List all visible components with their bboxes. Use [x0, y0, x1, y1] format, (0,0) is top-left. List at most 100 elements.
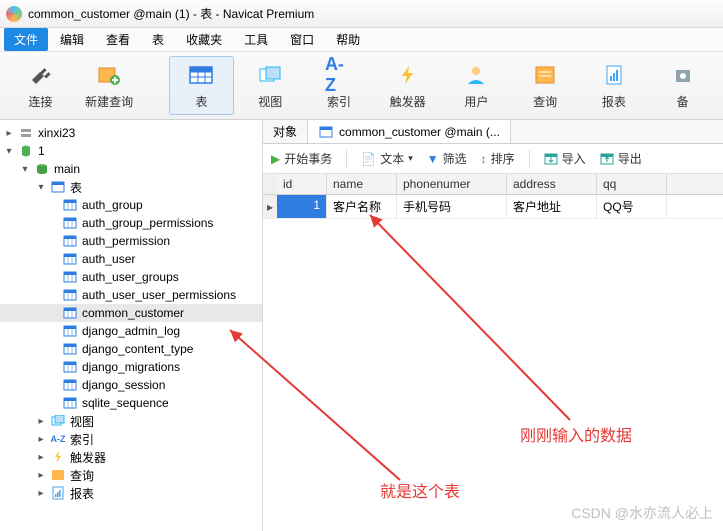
- tool-new-query[interactable]: 新建查询: [77, 56, 142, 115]
- tool-view[interactable]: 视图: [238, 56, 303, 115]
- text-button[interactable]: 📄 文本 ▾: [361, 150, 413, 167]
- table-icon: [187, 61, 215, 89]
- cell[interactable]: 客户地址: [507, 195, 597, 218]
- chevron-down-icon: ▾: [36, 182, 46, 193]
- tree-label: 索引: [70, 431, 94, 448]
- tree-database[interactable]: ▾ 1: [0, 142, 262, 160]
- menu-edit[interactable]: 编辑: [50, 28, 94, 51]
- content-tabs: 对象 common_customer @main (...: [263, 120, 723, 144]
- table-icon: [62, 342, 78, 356]
- tree-table-item[interactable]: auth_permission: [0, 232, 262, 250]
- tool-backup[interactable]: 备: [650, 56, 715, 115]
- tree-table-item[interactable]: django_admin_log: [0, 322, 262, 340]
- tool-query[interactable]: 查询: [513, 56, 578, 115]
- tree-table-item[interactable]: common_customer: [0, 304, 262, 322]
- menu-window[interactable]: 窗口: [280, 28, 324, 51]
- sort-icon: ↕: [481, 152, 487, 166]
- tree-table-item[interactable]: sqlite_sequence: [0, 394, 262, 412]
- object-tree[interactable]: ▸ xinxi23 ▾ 1 ▾ main ▾ 表 auth_group auth_…: [0, 120, 263, 531]
- tool-label: 触发器: [390, 93, 426, 110]
- column-header[interactable]: name: [327, 174, 397, 194]
- menu-favorites[interactable]: 收藏夹: [176, 28, 232, 51]
- column-header[interactable]: id: [277, 174, 327, 194]
- user-icon: [462, 61, 490, 89]
- table-row[interactable]: ▸1客户名称手机号码客户地址QQ号: [263, 195, 723, 219]
- table-icon: [62, 198, 78, 212]
- column-header[interactable]: address: [507, 174, 597, 194]
- cell[interactable]: 1: [277, 195, 327, 218]
- table-icon: [62, 252, 78, 266]
- tool-trigger[interactable]: 触发器: [375, 56, 440, 115]
- menu-bar: 文件 编辑 查看 表 收藏夹 工具 窗口 帮助: [0, 28, 723, 52]
- new-query-icon: [95, 61, 123, 89]
- tree-label: sqlite_sequence: [82, 396, 169, 410]
- tree-table-item[interactable]: django_session: [0, 376, 262, 394]
- document-icon: 📄: [361, 152, 376, 166]
- watermark: CSDN @水亦流人必上: [571, 503, 713, 523]
- tree-label: django_admin_log: [82, 324, 180, 338]
- table-icon: [62, 396, 78, 410]
- tab-label: 对象: [273, 123, 297, 140]
- filter-button[interactable]: ▼ 筛选: [427, 150, 467, 167]
- tree-table-item[interactable]: auth_user: [0, 250, 262, 268]
- tool-label: 索引: [327, 93, 351, 110]
- import-button[interactable]: 导入: [544, 150, 586, 167]
- tree-table-item[interactable]: auth_user_groups: [0, 268, 262, 286]
- table-icon: [62, 288, 78, 302]
- query-icon: [531, 61, 559, 89]
- tree-tables-folder[interactable]: ▾ 表: [0, 178, 262, 196]
- chevron-right-icon: ▸: [36, 470, 46, 481]
- tree-queries-folder[interactable]: ▸ 查询: [0, 466, 262, 484]
- tool-label: 新建查询: [85, 93, 133, 110]
- window-title: common_customer @main (1) - 表 - Navicat …: [28, 5, 314, 22]
- tool-label: 视图: [258, 93, 282, 110]
- tree-label: django_migrations: [82, 360, 180, 374]
- sort-button[interactable]: ↕ 排序: [481, 150, 515, 167]
- cell[interactable]: 手机号码: [397, 195, 507, 218]
- tab-objects[interactable]: 对象: [263, 120, 308, 143]
- column-header[interactable]: qq: [597, 174, 667, 194]
- menu-tools[interactable]: 工具: [234, 28, 278, 51]
- report-icon: [50, 486, 66, 500]
- chevron-right-icon: ▸: [36, 434, 46, 445]
- export-button[interactable]: 导出: [600, 150, 642, 167]
- tree-table-item[interactable]: auth_group: [0, 196, 262, 214]
- tree-table-item[interactable]: auth_user_user_permissions: [0, 286, 262, 304]
- menu-file[interactable]: 文件: [4, 28, 48, 51]
- chevron-down-icon: ▾: [4, 146, 14, 157]
- tree-table-item[interactable]: django_migrations: [0, 358, 262, 376]
- tool-index[interactable]: A-Z 索引: [307, 56, 372, 115]
- import-icon: [544, 153, 558, 165]
- tree-table-item[interactable]: django_content_type: [0, 340, 262, 358]
- menu-view[interactable]: 查看: [96, 28, 140, 51]
- filter-icon: ▼: [427, 152, 439, 166]
- tree-connection[interactable]: ▸ xinxi23: [0, 124, 262, 142]
- table-icon: [62, 234, 78, 248]
- tree-label: auth_user: [82, 252, 135, 266]
- menu-help[interactable]: 帮助: [326, 28, 370, 51]
- tree-indexes-folder[interactable]: ▸ A-Z 索引: [0, 430, 262, 448]
- tree-views-folder[interactable]: ▸ 视图: [0, 412, 262, 430]
- tree-label: auth_group_permissions: [82, 216, 213, 230]
- tool-user[interactable]: 用户: [444, 56, 509, 115]
- tool-label: 连接: [28, 93, 52, 110]
- tree-main[interactable]: ▾ main: [0, 160, 262, 178]
- cell[interactable]: 客户名称: [327, 195, 397, 218]
- sqlite-icon: [18, 144, 34, 158]
- data-grid[interactable]: idnamephonenumeraddressqq ▸1客户名称手机号码客户地址…: [263, 174, 723, 531]
- tree-label: 1: [38, 144, 45, 158]
- begin-transaction-button[interactable]: ▶ 开始事务: [271, 150, 332, 167]
- tool-connect[interactable]: 连接: [8, 56, 73, 115]
- export-icon: [600, 153, 614, 165]
- table-icon: [62, 306, 78, 320]
- tree-table-item[interactable]: auth_group_permissions: [0, 214, 262, 232]
- tree-reports-folder[interactable]: ▸ 报表: [0, 484, 262, 502]
- cell[interactable]: QQ号: [597, 195, 667, 218]
- tool-table[interactable]: 表: [169, 56, 234, 115]
- tree-triggers-folder[interactable]: ▸ 触发器: [0, 448, 262, 466]
- column-header[interactable]: phonenumer: [397, 174, 507, 194]
- tool-report[interactable]: 报表: [582, 56, 647, 115]
- menu-table[interactable]: 表: [142, 28, 174, 51]
- tab-current-table[interactable]: common_customer @main (...: [308, 120, 511, 143]
- server-icon: [18, 126, 34, 140]
